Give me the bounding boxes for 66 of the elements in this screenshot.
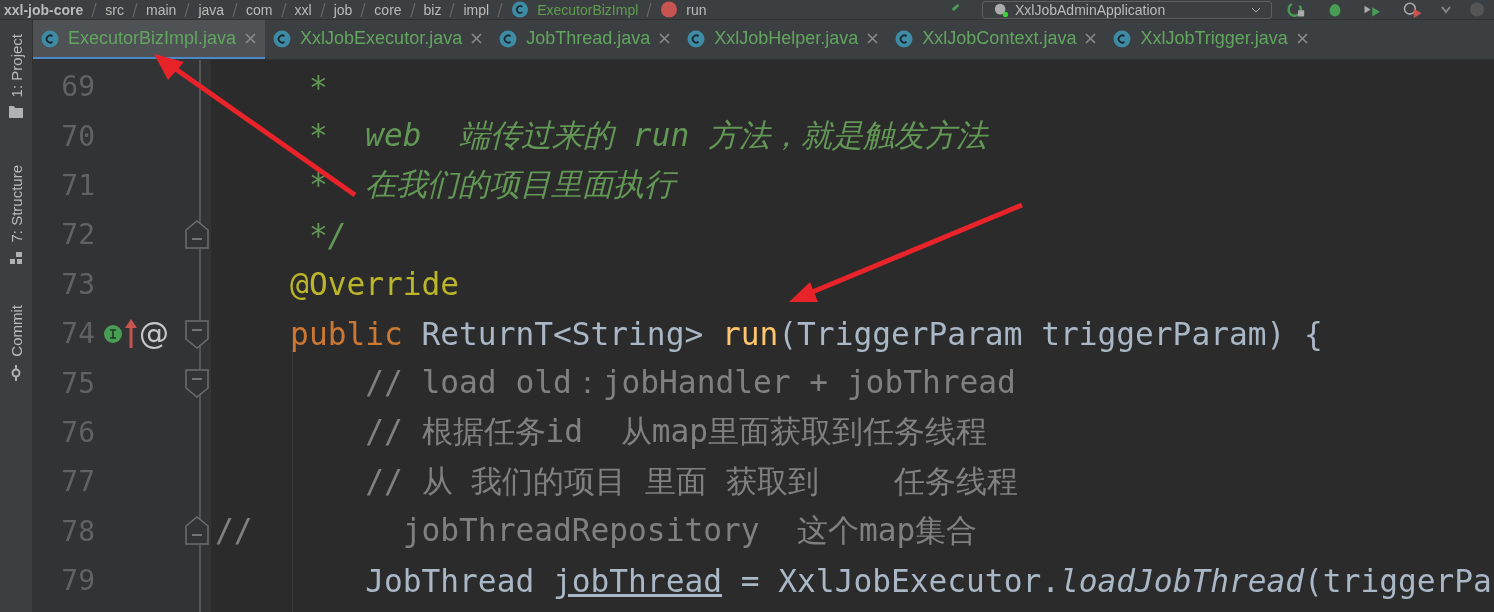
code-line: public ReturnT<String> run(TriggerParam triggerParam) { <box>289 315 1323 352</box>
code-line: */ <box>307 216 347 253</box>
code-line: * 在我们的项目里面执行 <box>307 165 676 205</box>
class-icon <box>499 29 518 48</box>
path-separator <box>91 2 98 17</box>
path-separator <box>497 2 504 17</box>
close-icon[interactable] <box>1085 33 1097 44</box>
file-tab[interactable]: XxlJobExecutor.java <box>265 20 492 59</box>
path-separator <box>360 2 367 17</box>
path-separator <box>409 2 416 17</box>
close-icon[interactable] <box>1296 33 1308 44</box>
breadcrumb-item[interactable]: java <box>198 1 225 18</box>
implements-icon[interactable] <box>103 323 123 344</box>
app-icon <box>993 1 1009 18</box>
file-tab[interactable]: XxlJobHelper.java <box>679 20 888 59</box>
breadcrumb-item[interactable]: xxl-job-core <box>4 1 84 18</box>
file-tab[interactable]: XxlJobContext.java <box>887 20 1106 59</box>
breadcrumb-item[interactable]: src <box>105 1 125 18</box>
breadcrumb-item[interactable]: xxl <box>294 1 312 18</box>
class-icon <box>273 29 292 48</box>
breadcrumb-item[interactable]: biz <box>423 1 442 18</box>
tool-window-tab[interactable]: Commit <box>7 304 25 357</box>
commit-icon <box>9 364 23 381</box>
code-line: // 根据任务id 从map里面获取到任务线程 <box>364 412 987 452</box>
class-icon <box>687 29 706 48</box>
path-separator <box>646 2 653 17</box>
code-line: // load old：jobHandler + jobThread <box>364 363 1016 403</box>
close-icon[interactable] <box>659 33 671 44</box>
breadcrumb-item[interactable]: impl <box>463 1 490 18</box>
path-separator <box>184 2 191 17</box>
annotation-marker[interactable]: @ <box>139 316 169 352</box>
method-icon <box>660 1 679 18</box>
breadcrumb-item[interactable]: ExecutorBizImpl <box>537 1 639 18</box>
code-line: @Override <box>289 266 460 303</box>
breadcrumb-item[interactable]: job <box>333 1 353 18</box>
run-config-dropdown[interactable]: XxlJobAdminApplication <box>982 0 1272 19</box>
code-line: // jobThreadRepository 这个map集合 <box>214 511 978 551</box>
tool-window-tab[interactable]: 1: Project <box>7 34 25 98</box>
code-line: JobThread jobThread = XxlJobExecutor.loadJobThread(triggerPa <box>364 562 1492 599</box>
file-tab[interactable]: JobThread.java <box>491 20 680 59</box>
tool-window-tab[interactable]: 7: Structure <box>7 165 25 243</box>
close-icon[interactable] <box>867 33 879 44</box>
path-separator <box>232 2 239 17</box>
file-tab[interactable]: XxlJobTrigger.java <box>1105 20 1317 59</box>
folder-icon <box>8 105 24 120</box>
path-separator <box>132 2 139 17</box>
path-separator <box>319 2 326 17</box>
class-icon <box>1113 29 1132 48</box>
class-icon <box>41 29 59 48</box>
breadcrumb-item[interactable]: core <box>374 1 402 18</box>
close-icon[interactable] <box>245 33 257 44</box>
code-line: // 从 我们的项目 里面 获取到 任务线程 <box>364 461 1018 501</box>
class-icon <box>895 29 914 48</box>
breadcrumb-item[interactable]: run <box>686 1 707 18</box>
breadcrumb-item[interactable]: com <box>246 1 273 18</box>
caret-icon[interactable] <box>1440 4 1452 15</box>
up-arrow-icon[interactable] <box>125 317 137 350</box>
caret-icon <box>1251 5 1261 14</box>
structure-icon <box>9 250 23 265</box>
path-separator <box>280 2 287 17</box>
close-icon[interactable] <box>471 33 483 44</box>
code-line: * web 端传过来的 run 方法，就是触发方法 <box>307 116 987 156</box>
code-line: * <box>307 68 328 105</box>
class-icon <box>511 1 530 18</box>
path-separator <box>449 2 456 17</box>
breadcrumb-item[interactable]: main <box>146 1 177 18</box>
